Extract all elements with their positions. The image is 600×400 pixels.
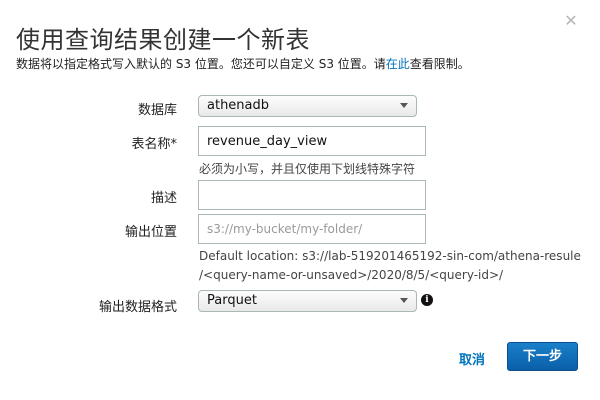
- database-select[interactable]: athenadb: [198, 95, 417, 117]
- create-table-dialog: 使用查询结果创建一个新表 ✕ 数据将以指定格式写入默认的 S3 位置。您还可以自…: [0, 0, 600, 400]
- database-select-value: athenadb: [207, 98, 270, 113]
- output-format-label: 输出数据格式: [98, 300, 177, 315]
- dialog-subtitle: 数据将以指定格式写入默认的 S3 位置。您还可以自定义 S3 位置。请在此查看限…: [16, 55, 470, 72]
- table-name-hint: 必须为小写，并且仅使用下划线特殊字符: [199, 162, 416, 176]
- description-input[interactable]: [198, 180, 426, 210]
- limits-link[interactable]: 在此: [386, 57, 410, 71]
- subtitle-text: 数据将以指定格式写入默认的 S3 位置。您还可以自定义 S3 位置。请: [16, 57, 386, 71]
- chevron-down-icon: [400, 103, 408, 108]
- output-location-label: 输出位置: [124, 225, 177, 240]
- info-icon[interactable]: i: [421, 294, 433, 306]
- subtitle-text-end: 查看限制。: [409, 57, 470, 71]
- output-format-select[interactable]: Parquet: [198, 290, 417, 312]
- description-label: 描述: [150, 191, 177, 206]
- output-format-select-value: Parquet: [207, 293, 257, 308]
- default-location-line1: Default location: s3://lab-519201465192-…: [199, 249, 581, 263]
- cancel-button[interactable]: 取消: [459, 349, 485, 368]
- output-location-input[interactable]: [198, 214, 426, 244]
- table-name-label: 表名称*: [131, 137, 177, 152]
- table-name-input[interactable]: [198, 126, 426, 156]
- next-button[interactable]: 下一步: [507, 342, 578, 371]
- default-location-line2: /<query-name-or-unsaved>/2020/8/5/<query…: [199, 268, 504, 282]
- close-icon[interactable]: ✕: [562, 12, 580, 30]
- database-label: 数据库: [137, 103, 177, 118]
- dialog-title: 使用查询结果创建一个新表: [16, 26, 310, 54]
- chevron-down-icon: [400, 298, 408, 303]
